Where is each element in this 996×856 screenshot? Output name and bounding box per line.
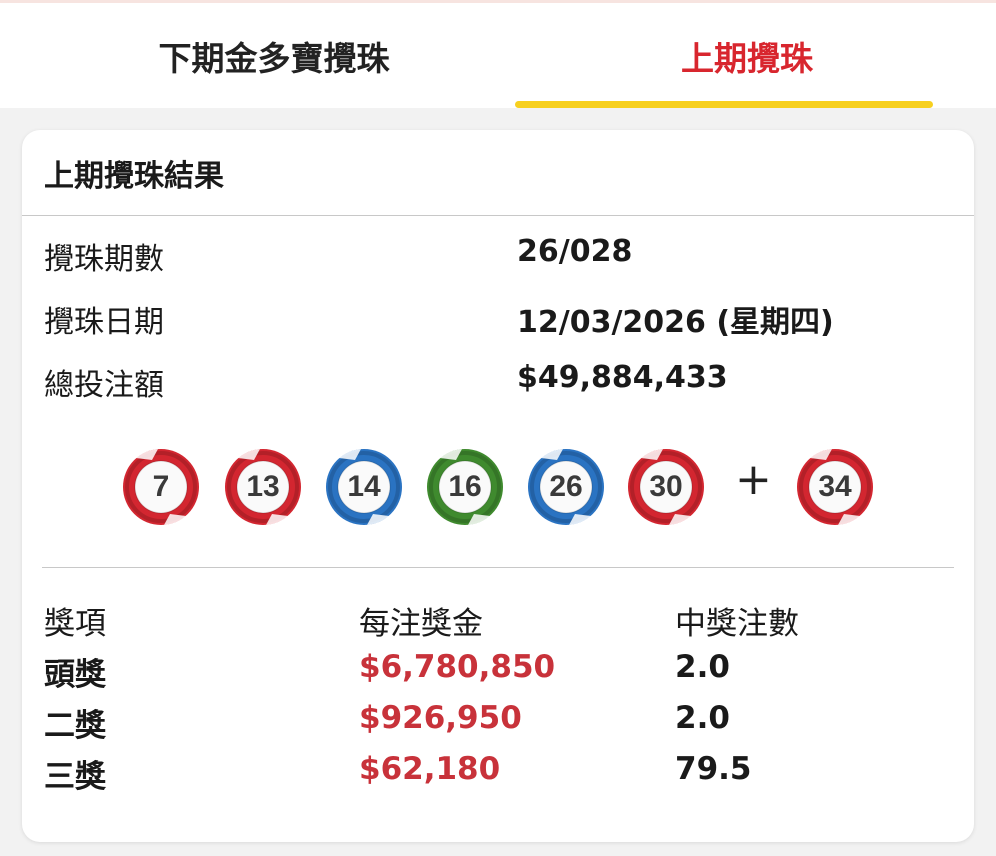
- ball-number: 26: [549, 470, 583, 503]
- prize-table: 獎項 每注獎金 中獎注數 頭獎 $6,780,850 2.0 二獎 $926,9…: [44, 598, 944, 802]
- draw-number-value: 26/028: [517, 234, 633, 269]
- section-divider: [42, 567, 954, 568]
- draw-date-row: 攪珠日期 12/03/2026 (星期四): [44, 297, 944, 360]
- header-prize-tier: 獎項: [44, 606, 106, 642]
- table-row: 頭獎 $6,780,850 2.0: [44, 649, 944, 700]
- ball-number: 7: [152, 470, 170, 503]
- header-prize-per-unit: 每注獎金: [359, 606, 483, 642]
- ball-number: 13: [246, 470, 280, 503]
- table-row: 二獎 $926,950 2.0: [44, 700, 944, 751]
- ball-2: 13: [224, 448, 302, 526]
- prize-amount: $6,780,850: [359, 649, 556, 685]
- ball-4: 16: [426, 448, 504, 526]
- prize-table-header: 獎項 每注獎金 中獎注數: [44, 598, 944, 649]
- card-title: 上期攪珠結果: [22, 130, 974, 216]
- ball-3: 14: [325, 448, 403, 526]
- extra-ball: 34: [796, 448, 874, 526]
- table-row: 三獎 $62,180 79.5: [44, 751, 944, 802]
- prize-tier: 二獎: [44, 708, 106, 744]
- draw-date-label: 攪珠日期: [44, 305, 164, 340]
- turnover-value: $49,884,433: [517, 360, 728, 395]
- winning-units: 2.0: [675, 700, 730, 736]
- turnover-row: 總投注額 $49,884,433: [44, 360, 944, 423]
- draw-info: 攪珠期數 26/028 攪珠日期 12/03/2026 (星期四) 總投注額 $…: [44, 234, 944, 423]
- draw-number-row: 攪珠期數 26/028: [44, 234, 944, 297]
- draw-date-value: 12/03/2026 (星期四): [517, 305, 834, 340]
- drawn-balls: 7 13 14 16 26 30 + 34: [122, 448, 882, 526]
- ball-1: 7: [122, 448, 200, 526]
- tab-next-draw[interactable]: 下期金多寶攪珠: [0, 3, 498, 108]
- ball-6: 30: [627, 448, 705, 526]
- active-tab-underline: [515, 101, 933, 108]
- extra-ball-number: 34: [818, 470, 852, 503]
- turnover-label: 總投注額: [44, 368, 164, 403]
- draw-number-label: 攪珠期數: [44, 242, 164, 277]
- prize-amount: $926,950: [359, 700, 522, 736]
- tab-bar: 下期金多寶攪珠 上期攪珠: [0, 3, 996, 108]
- last-draw-result-card: 上期攪珠結果 攪珠期數 26/028 攪珠日期 12/03/2026 (星期四)…: [22, 130, 974, 842]
- tab-last-draw[interactable]: 上期攪珠: [498, 3, 996, 108]
- winning-units: 2.0: [675, 649, 730, 685]
- header-winning-units: 中獎注數: [675, 606, 799, 642]
- ball-number: 14: [347, 470, 381, 503]
- prize-amount: $62,180: [359, 751, 501, 787]
- ball-number: 16: [448, 470, 482, 503]
- plus-sign: +: [735, 454, 772, 505]
- ball-5: 26: [527, 448, 605, 526]
- ball-number: 30: [649, 470, 683, 503]
- tab-last-draw-label: 上期攪珠: [681, 38, 813, 78]
- prize-tier: 三獎: [44, 759, 106, 795]
- tab-next-draw-label: 下期金多寶攪珠: [158, 38, 390, 78]
- winning-units: 79.5: [675, 751, 752, 787]
- prize-tier: 頭獎: [44, 657, 106, 693]
